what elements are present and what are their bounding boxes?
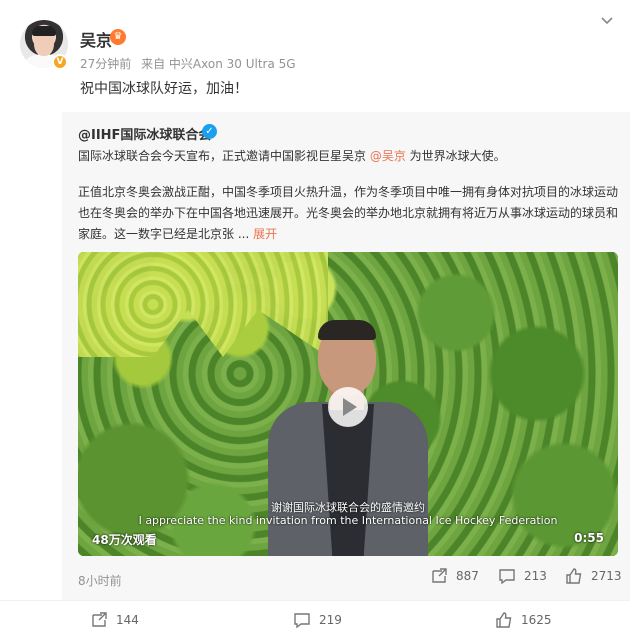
comment-icon bbox=[499, 569, 515, 585]
expand-link[interactable]: 展开 bbox=[253, 227, 277, 241]
blue-verified-icon: ✓ bbox=[202, 124, 217, 139]
retweet-p1-text-end: 为世界冰球大使。 bbox=[405, 149, 506, 163]
retweet-p2-text: 正值北京冬奥会激战正酣，中国冬季项目火热升温，作为冬季项目中唯一拥有身体对抗项目… bbox=[78, 185, 619, 241]
repost-count: 144 bbox=[116, 613, 139, 627]
retweet-time[interactable]: 8小时前 bbox=[78, 572, 122, 589]
retweet-like-button[interactable]: 2713 bbox=[565, 567, 622, 585]
retweet-repost-count: 887 bbox=[456, 569, 479, 583]
crown-icon: ♛ bbox=[110, 29, 126, 45]
post-time[interactable]: 27分钟前 bbox=[80, 57, 131, 71]
post-text: 祝中国冰球队好运，加油！ bbox=[80, 81, 248, 97]
retweet-repost-button[interactable]: 887 bbox=[430, 567, 479, 585]
play-icon[interactable] bbox=[328, 387, 368, 427]
chevron-down-icon[interactable] bbox=[600, 14, 614, 28]
retweet-paragraph-2: 正值北京冬奥会激战正酣，中国冬季项目火热升温，作为冬季项目中唯一拥有身体对抗项目… bbox=[78, 182, 623, 245]
like-count: 1625 bbox=[521, 613, 552, 627]
comment-icon bbox=[294, 613, 310, 629]
repost-icon bbox=[92, 612, 107, 627]
repost-button[interactable]: 144 bbox=[90, 611, 139, 629]
video-player[interactable]: 谢谢国际冰球联合会的盛情邀约 I appreciate the kind inv… bbox=[78, 252, 618, 556]
video-duration: 0:55 bbox=[574, 531, 604, 545]
orange-v-icon: V bbox=[52, 54, 68, 70]
retweet-author[interactable]: @IIHF国际冰球联合会 bbox=[78, 124, 211, 143]
view-count: 48万次观看 bbox=[92, 533, 157, 547]
post-meta: 27分钟前 来自 中兴Axon 30 Ultra 5G bbox=[80, 55, 302, 72]
post-source: 来自 中兴Axon 30 Ultra 5G bbox=[141, 57, 296, 71]
retweet-like-count: 2713 bbox=[591, 569, 622, 583]
retweet-comment-count: 213 bbox=[524, 569, 547, 583]
subtitle-en: I appreciate the kind invitation from th… bbox=[138, 514, 558, 527]
post-footer: 144 219 1625 bbox=[0, 600, 630, 640]
comment-button[interactable]: 219 bbox=[293, 611, 342, 629]
mention-link[interactable]: @吴京 bbox=[370, 149, 406, 163]
username[interactable]: 吴京 bbox=[80, 27, 112, 51]
weibo-post-card: V 吴京 ♛ 27分钟前 来自 中兴Axon 30 Ultra 5G 祝中国冰球… bbox=[0, 0, 630, 640]
retweet-paragraph-1: 国际冰球联合会今天宣布，正式邀请中国影视巨星吴京 @吴京 为世界冰球大使。 bbox=[78, 146, 618, 166]
like-icon bbox=[566, 568, 582, 584]
repost-icon bbox=[432, 568, 447, 583]
like-button[interactable]: 1625 bbox=[495, 611, 552, 629]
retweet-p1-text: 国际冰球联合会今天宣布，正式邀请中国影视巨星吴京 bbox=[78, 149, 370, 163]
retweet-comment-button[interactable]: 213 bbox=[498, 567, 547, 585]
retweet-box[interactable]: @IIHF国际冰球联合会 ✓ 国际冰球联合会今天宣布，正式邀请中国影视巨星吴京 … bbox=[62, 112, 630, 600]
like-icon bbox=[496, 612, 512, 628]
comment-count: 219 bbox=[319, 613, 342, 627]
subtitle-cn: 谢谢国际冰球联合会的盛情邀约 bbox=[271, 501, 425, 514]
